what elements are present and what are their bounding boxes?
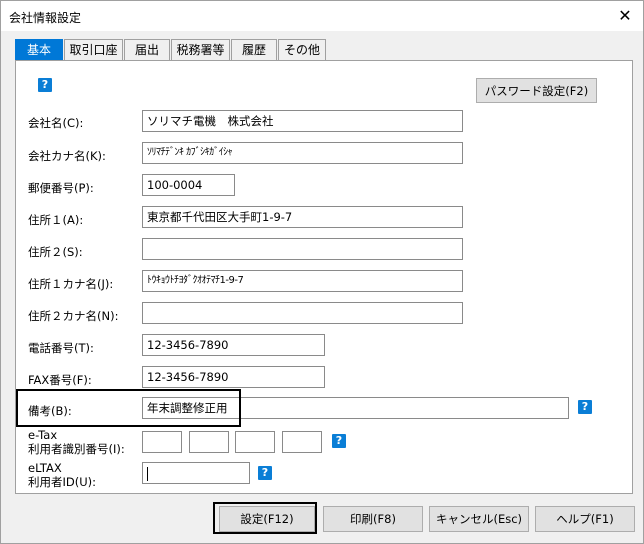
text-caret — [147, 466, 148, 481]
etax-id-part2[interactable] — [189, 431, 229, 453]
address1-label: 住所１(A): — [28, 213, 84, 227]
fax-input[interactable]: 12-3456-7890 — [142, 366, 325, 388]
etax-id-part4[interactable] — [282, 431, 322, 453]
company-info-dialog: 会社情報設定 ✕ 基本 取引口座 届出 税務署等 履歴 その他 ? パスワード設… — [0, 0, 644, 544]
address2-input[interactable] — [142, 238, 463, 260]
fax-label: FAX番号(F): — [28, 373, 92, 387]
company-name-input[interactable]: ソリマチ電機 株式会社 — [142, 110, 463, 132]
tab-tax-office[interactable]: 税務署等 — [171, 39, 230, 60]
eltax-label-line1: eLTAX — [28, 461, 62, 475]
tab-basic[interactable]: 基本 — [15, 39, 63, 61]
tab-bank-account[interactable]: 取引口座 — [64, 39, 123, 60]
address1-input[interactable]: 東京都千代田区大手町1-9-7 — [142, 206, 463, 228]
etax-label: e-Tax 利用者識別番号(I): — [28, 428, 125, 456]
eltax-label: eLTAX 利用者ID(U): — [28, 461, 96, 489]
eltax-id-input[interactable] — [142, 462, 250, 484]
etax-label-line1: e-Tax — [28, 428, 58, 442]
tab-notification[interactable]: 届出 — [124, 39, 170, 60]
cancel-button[interactable]: キャンセル(Esc) — [429, 506, 529, 532]
help-button[interactable]: ヘルプ(F1) — [535, 506, 635, 532]
password-settings-button[interactable]: パスワード設定(F2) — [476, 78, 597, 103]
phone-label: 電話番号(T): — [28, 341, 94, 355]
basic-panel: ? パスワード設定(F2) 会社名(C): ソリマチ電機 株式会社 会社カナ名(… — [15, 60, 633, 494]
set-button-highlight-frame — [213, 502, 317, 534]
address1-kana-label: 住所１カナ名(J): — [28, 277, 114, 291]
address2-kana-label: 住所２カナ名(N): — [28, 309, 119, 323]
etax-label-line2: 利用者識別番号(I): — [28, 442, 125, 456]
eltax-label-line2: 利用者ID(U): — [28, 475, 97, 489]
address1-kana-input[interactable]: ﾄｳｷｮｳﾄﾁﾖﾀﾞｸｵｵﾃﾏﾁ1-9-7 — [142, 270, 463, 292]
eltax-help-icon[interactable]: ? — [258, 466, 272, 480]
postal-code-label: 郵便番号(P): — [28, 181, 94, 195]
etax-help-icon[interactable]: ? — [332, 434, 346, 448]
phone-input[interactable]: 12-3456-7890 — [142, 334, 325, 356]
print-button[interactable]: 印刷(F8) — [323, 506, 423, 532]
company-kana-input[interactable]: ｿﾘﾏﾁﾃﾞﾝｷ ｶﾌﾞｼｷｶﾞｲｼｬ — [142, 142, 463, 164]
address2-kana-input[interactable] — [142, 302, 463, 324]
notes-highlight-frame — [16, 389, 241, 427]
company-kana-label: 会社カナ名(K): — [28, 149, 106, 163]
postal-code-input[interactable]: 100-0004 — [142, 174, 235, 196]
etax-id-part1[interactable] — [142, 431, 182, 453]
tab-history[interactable]: 履歴 — [231, 39, 277, 60]
tab-other[interactable]: その他 — [278, 39, 326, 60]
title-bar: 会社情報設定 ✕ — [1, 1, 643, 31]
notes-help-icon[interactable]: ? — [578, 400, 592, 414]
window-title: 会社情報設定 — [9, 11, 82, 25]
etax-id-part3[interactable] — [235, 431, 275, 453]
help-icon[interactable]: ? — [38, 78, 52, 92]
company-name-label: 会社名(C): — [28, 116, 84, 130]
close-icon[interactable]: ✕ — [613, 4, 637, 28]
address2-label: 住所２(S): — [28, 245, 83, 259]
